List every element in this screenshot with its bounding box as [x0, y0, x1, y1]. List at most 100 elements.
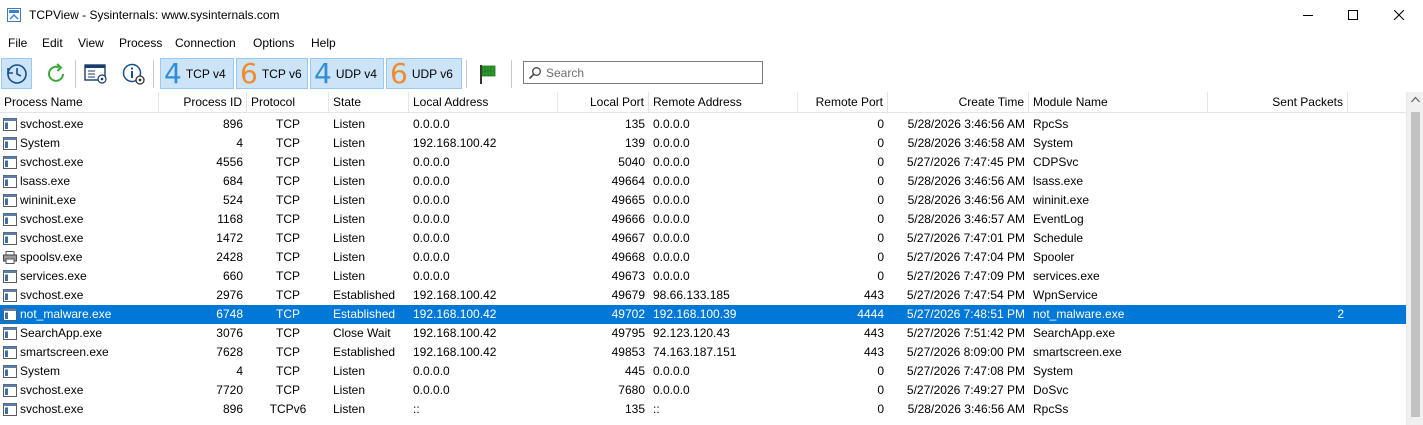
cell-remote-address: 98.66.133.185 — [653, 288, 730, 302]
cell-local-address: 0.0.0.0 — [413, 250, 450, 264]
cell-sent-packets — [1208, 115, 1348, 134]
cell-create-time: 5/27/2026 7:49:27 PM — [906, 383, 1025, 397]
cell-create-time: 5/27/2026 7:47:45 PM — [906, 155, 1025, 169]
cell-process-id: 896 — [222, 402, 243, 416]
cell-create-time: 5/28/2026 3:46:58 AM — [907, 136, 1025, 150]
cell-state: Listen — [333, 231, 366, 245]
cell-sent-packets — [1208, 400, 1348, 419]
cell-module-name: wininit.exe — [1033, 193, 1090, 207]
column-header-remote-port[interactable]: Remote Port — [798, 92, 888, 113]
table-row[interactable]: svchost.exe 896 TCPv6 Listen:: 135:: 0 5/28/20… — [0, 400, 1406, 419]
refresh-button[interactable] — [40, 58, 71, 89]
cell-remote-address: 0.0.0.0 — [653, 383, 690, 397]
table-header: Process Name Process ID Protocol State Local… — [0, 92, 1406, 113]
cell-sent-packets — [1208, 286, 1348, 305]
tcp-v4-toggle[interactable]: 4 TCP v4 — [160, 58, 234, 89]
cell-sent-packets — [1208, 343, 1348, 362]
table-row[interactable]: smartscreen.exe 7628 TCP Established 192.168… — [0, 343, 1406, 362]
cell-remote-address: 192.168.100.39 — [653, 307, 737, 321]
cell-remote-address: 0.0.0.0 — [653, 174, 690, 188]
menu-process[interactable]: Process — [119, 36, 162, 50]
menu-help[interactable]: Help — [311, 36, 336, 50]
cell-sent-packets — [1208, 324, 1348, 343]
close-icon — [1394, 10, 1404, 20]
tcp-v4-number: 4 — [164, 56, 182, 90]
vertical-scrollbar[interactable] — [1406, 92, 1423, 425]
cell-module-name: RpcSs — [1033, 402, 1069, 416]
cell-protocol: TCP — [276, 136, 300, 150]
cell-process-id: 896 — [222, 117, 243, 131]
menu-options[interactable]: Options — [253, 36, 294, 50]
menu-view[interactable]: View — [78, 36, 104, 50]
cell-module-name: WpnService — [1033, 288, 1098, 302]
column-header-process-name[interactable]: Process Name — [0, 92, 159, 113]
process-icon — [3, 403, 17, 416]
udp-v6-toggle[interactable]: 6 UDP v6 — [386, 58, 462, 89]
scrollbar-thumb[interactable] — [1411, 112, 1420, 417]
column-header-protocol[interactable]: Protocol — [247, 92, 329, 113]
flag-button[interactable] — [471, 58, 502, 89]
column-header-local-address[interactable]: Local Address — [409, 92, 558, 113]
table-row-selected[interactable]: not_malware.exe 6748 TCP Established 192.168… — [0, 305, 1406, 324]
save-button[interactable] — [80, 58, 111, 89]
close-button[interactable] — [1376, 0, 1422, 30]
maximize-button[interactable] — [1330, 0, 1376, 30]
cell-remote-port: 0 — [877, 136, 884, 150]
column-header-create-time[interactable]: Create Time — [888, 92, 1029, 113]
column-header-local-port[interactable]: Local Port — [558, 92, 649, 113]
cell-create-time: 5/28/2026 3:46:56 AM — [907, 174, 1025, 188]
search-input[interactable] — [546, 64, 758, 81]
table-row[interactable]: svchost.exe 1472 TCP Listen 0.0.0.0 49667 0.0.… — [0, 229, 1406, 248]
minimize-button[interactable] — [1285, 0, 1331, 30]
table-row[interactable]: lsass.exe 684 TCP Listen 0.0.0.0 49664 0.0.0.0… — [0, 172, 1406, 191]
process-icon — [3, 384, 17, 397]
cell-sent-packets — [1208, 381, 1348, 400]
table-row[interactable]: wininit.exe 524 TCP Listen 0.0.0.0 49665 0.0.0… — [0, 191, 1406, 210]
scroll-up-icon[interactable] — [1411, 96, 1420, 103]
cell-local-port: 49679 — [611, 288, 645, 302]
cell-remote-address: 0.0.0.0 — [653, 193, 690, 207]
cell-local-address: 0.0.0.0 — [413, 364, 450, 378]
column-header-process-id[interactable]: Process ID — [159, 92, 247, 113]
cell-state: Close Wait — [333, 326, 391, 340]
table-row[interactable]: svchost.exe 2976 TCP Established 192.168.100… — [0, 286, 1406, 305]
cell-local-port: 49702 — [611, 307, 645, 321]
cell-process-id: 7628 — [216, 345, 243, 359]
table-row[interactable]: spoolsv.exe 2428 TCP Listen 0.0.0.0 49668 0.0.… — [0, 248, 1406, 267]
cell-remote-port: 0 — [877, 269, 884, 283]
pause-refresh-button[interactable] — [1, 58, 32, 89]
table-row[interactable]: svchost.exe 896 TCP Listen 0.0.0.0 135 0.0.0.0… — [0, 115, 1406, 134]
menu-edit[interactable]: Edit — [42, 36, 63, 50]
cell-local-address: 192.168.100.42 — [413, 136, 497, 150]
cell-module-name: System — [1033, 136, 1074, 150]
column-header-sent-packets[interactable]: Sent Packets — [1208, 92, 1348, 113]
cell-process-id: 684 — [222, 174, 243, 188]
cell-local-address: 0.0.0.0 — [413, 212, 450, 226]
table-row[interactable]: System 4 TCP Listen 192.168.100.42 139 0.0.0.0… — [0, 134, 1406, 153]
column-header-module-name[interactable]: Module Name — [1029, 92, 1208, 113]
table-row[interactable]: svchost.exe 4556 TCP Listen 0.0.0.0 5040 0.0.0… — [0, 153, 1406, 172]
table-row[interactable]: svchost.exe 7720 TCP Listen 0.0.0.0 7680 0.0.0… — [0, 381, 1406, 400]
menu-connection[interactable]: Connection — [175, 36, 236, 50]
column-header-remote-address[interactable]: Remote Address — [649, 92, 798, 113]
whois-icon — [122, 63, 145, 85]
cell-protocol: TCPv6 — [269, 402, 307, 416]
cell-create-time: 5/27/2026 7:47:09 PM — [906, 269, 1025, 283]
table-row[interactable]: svchost.exe 1168 TCP Listen 0.0.0.0 49666 0.0.… — [0, 210, 1406, 229]
cell-remote-port: 0 — [877, 117, 884, 131]
cell-local-address: 192.168.100.42 — [413, 345, 497, 359]
table-row[interactable]: services.exe 660 TCP Listen 0.0.0.0 49673 0.0.… — [0, 267, 1406, 286]
menu-bar: File Edit View Process Connection Option… — [0, 33, 1423, 53]
cell-sent-packets — [1208, 229, 1348, 248]
cell-create-time: 5/27/2026 7:47:08 PM — [906, 364, 1025, 378]
tcp-v6-toggle[interactable]: 6 TCP v6 — [236, 58, 308, 89]
udp-v4-toggle[interactable]: 4 UDP v4 — [310, 58, 384, 89]
table-row[interactable]: System 4 TCP Listen 0.0.0.0 445 0.0.0.0 0 5/27/2… — [0, 362, 1406, 381]
menu-file[interactable]: File — [8, 36, 27, 50]
cell-protocol: TCP — [276, 269, 300, 283]
cell-process-name: svchost.exe — [20, 231, 84, 245]
cell-process-name: svchost.exe — [20, 402, 84, 416]
column-header-state[interactable]: State — [329, 92, 409, 113]
table-row[interactable]: SearchApp.exe 3076 TCP Close Wait 192.168.10… — [0, 324, 1406, 343]
whois-button[interactable] — [118, 58, 149, 89]
